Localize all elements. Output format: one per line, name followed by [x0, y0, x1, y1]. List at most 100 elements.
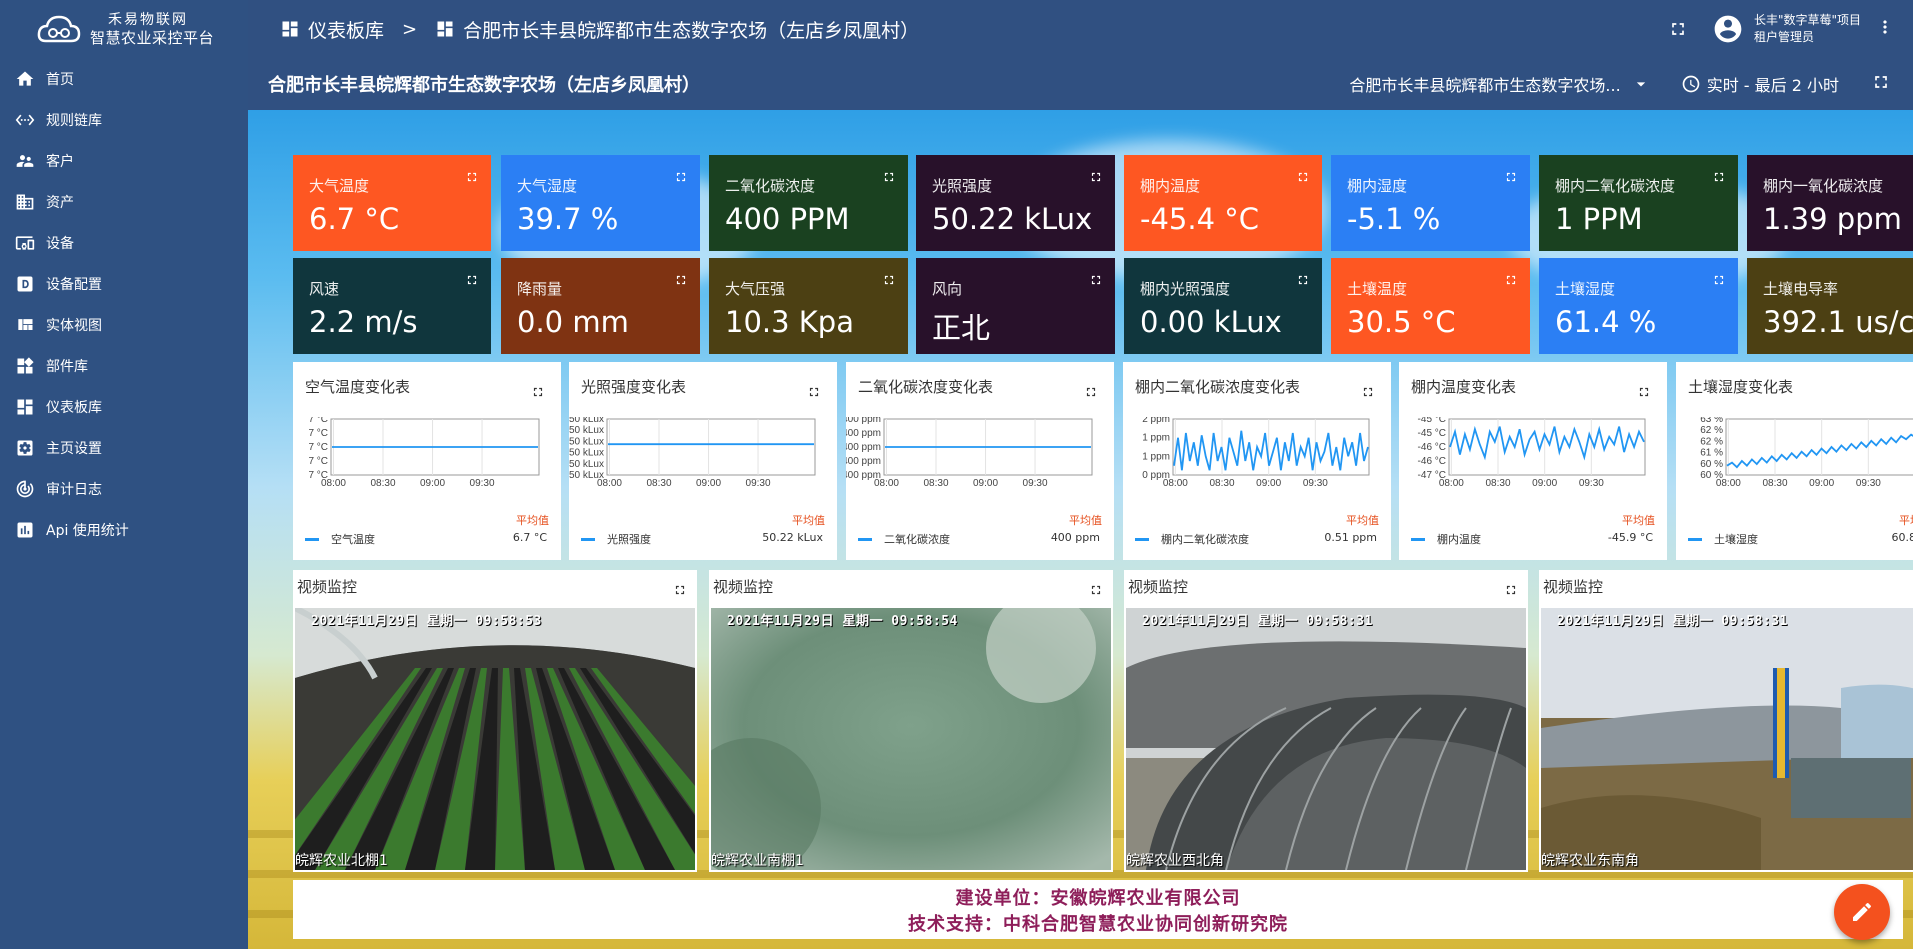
- line-chart: 08:0008:3009:0009:30400 ppm400 ppm400 pp…: [846, 417, 1093, 489]
- sidebar-item-2[interactable]: 客户: [0, 140, 248, 181]
- y-tick-label: 7 °C: [308, 428, 328, 439]
- devices-other-icon: [14, 232, 36, 254]
- video-card: 视频监控 2021年11月29日 星期一 09:58:53 皖辉农业北棚1: [293, 570, 697, 872]
- view-quilt-icon: [14, 314, 36, 336]
- fullscreen-button[interactable]: [1668, 19, 1688, 39]
- settings-applications-icon: [14, 437, 36, 459]
- camera-name: 皖辉农业南棚1: [711, 853, 804, 869]
- sidebar-nav: 首页规则链库客户 资产设备设备配置 实体视图 部件库仪表板库主页设置 审计日志 Api 使…: [0, 58, 248, 550]
- sidebar-item-5[interactable]: 设备配置: [0, 263, 248, 304]
- value-card: 棚内温度 -45.4 °C: [1124, 155, 1322, 251]
- video-feed[interactable]: 2021年11月29日 星期一 09:58:31 皖辉农业东南角: [1541, 608, 1913, 870]
- card-value: 30.5 °C: [1347, 305, 1456, 339]
- series-line: [1173, 430, 1369, 471]
- line-chart: 08:00 08:30 09:00 09:3050 kLux50 kLux50 kLu…: [569, 417, 816, 489]
- breadcrumb-dashboards[interactable]: 仪表板库: [280, 16, 384, 43]
- settings-ethernet-icon: [14, 109, 36, 131]
- sidebar-item-3[interactable]: 资产: [0, 181, 248, 222]
- card-expand-button[interactable]: [1296, 169, 1310, 183]
- card-value: 39.7 %: [517, 202, 619, 236]
- chart-expand-button[interactable]: [1361, 384, 1375, 403]
- chart-title: 土壤湿度变化表: [1688, 378, 1794, 396]
- chart-expand-button[interactable]: [531, 384, 545, 403]
- video-timestamp: 2021年11月29日 星期一 09:58:31: [1142, 614, 1373, 629]
- expand-icon: [884, 275, 894, 285]
- logo[interactable]: 禾易物联网 智慧农业采控平台: [0, 0, 248, 58]
- card-expand-button[interactable]: [1089, 169, 1103, 183]
- card-expand-button[interactable]: [674, 272, 688, 286]
- sidebar-item-0[interactable]: 首页: [0, 58, 248, 99]
- legend-avg-value: 0.51 ppm: [1324, 531, 1377, 544]
- legend-series-name: 二氧化碳浓度: [884, 533, 950, 546]
- track-changes-icon: [14, 478, 36, 500]
- sidebar-item-9[interactable]: 主页设置: [0, 427, 248, 468]
- sidebar-item-4[interactable]: 设备: [0, 222, 248, 263]
- value-card: 二氧化碳浓度 400 PPM: [709, 155, 908, 251]
- card-expand-button[interactable]: [1504, 272, 1518, 286]
- card-expand-button[interactable]: [1712, 169, 1726, 183]
- state-select[interactable]: 合肥市长丰县皖辉都市生态数字农场...: [1349, 72, 1650, 96]
- video-feed[interactable]: 2021年11月29日 星期一 09:58:53 皖辉农业北棚1: [295, 608, 695, 870]
- expand-icon: [1506, 275, 1516, 285]
- dashboard-fullscreen-button[interactable]: [1871, 72, 1891, 96]
- x-tick-label: 09:30: [1579, 478, 1604, 489]
- value-card: 大气温度 6.7 °C: [293, 155, 491, 251]
- video-expand-button[interactable]: [1504, 582, 1518, 601]
- card-expand-button[interactable]: [674, 169, 688, 183]
- insert-chart-icon: [14, 519, 36, 541]
- card-expand-button[interactable]: [1712, 272, 1726, 286]
- card-expand-button[interactable]: [1089, 272, 1103, 286]
- card-label: 土壤电导率: [1763, 280, 1839, 298]
- sidebar-item-1[interactable]: 规则链库: [0, 99, 248, 140]
- user-role: 租户管理员: [1753, 30, 1814, 44]
- video-expand-button[interactable]: [1089, 582, 1103, 601]
- y-tick-label: 50 kLux: [569, 448, 604, 459]
- card-expand-button[interactable]: [1504, 169, 1518, 183]
- more-menu-button[interactable]: [1875, 17, 1895, 41]
- card-expand-button[interactable]: [465, 169, 479, 183]
- chart-title: 光照强度变化表: [581, 378, 687, 396]
- card-expand-button[interactable]: [1296, 272, 1310, 286]
- legend-swatch: [1411, 538, 1425, 541]
- video-feed[interactable]: 2021年11月29日 星期一 09:58:54 皖辉农业南棚1: [711, 608, 1111, 870]
- video-timestamp: 2021年11月29日 星期一 09:58:31: [1557, 614, 1788, 629]
- y-tick-label: 7 °C: [308, 470, 328, 481]
- sidebar-item-label: 规则链库: [46, 112, 102, 129]
- value-card: 风向 正北: [916, 258, 1115, 354]
- chart-expand-button[interactable]: [1637, 384, 1651, 403]
- line-chart: 08:00 08:30 09:00 09:307 °C7 °C7 °C7 °C7 °C: [308, 417, 540, 489]
- video-expand-button[interactable]: [673, 582, 687, 601]
- sidebar-item-10[interactable]: 审计日志: [0, 468, 248, 509]
- value-card: 降雨量 0.0 mm: [501, 258, 700, 354]
- sidebar-item-7[interactable]: 部件库: [0, 345, 248, 386]
- y-tick-label: 7 °C: [308, 417, 328, 425]
- y-tick-label: 400 ppm: [846, 470, 881, 481]
- sidebar-item-6[interactable]: 实体视图: [0, 304, 248, 345]
- device-profile-icon: [14, 273, 36, 295]
- card-expand-button[interactable]: [882, 169, 896, 183]
- video-feed[interactable]: 2021年11月29日 星期一 09:58:31 皖辉农业西北角: [1126, 608, 1526, 870]
- sidebar-item-11[interactable]: Api 使用统计: [0, 509, 248, 550]
- breadcrumb-separator: >: [402, 18, 418, 40]
- chart-expand-button[interactable]: [807, 384, 821, 403]
- card-expand-button[interactable]: [882, 272, 896, 286]
- sidebar-item-label: 设备: [46, 235, 74, 252]
- line-chart: 08:00 08:30 09:00 09:3063 %62 %62 %61 %60 %…: [1700, 417, 1913, 489]
- user-menu[interactable]: 长丰"数字草莓"项目 租户管理员: [1712, 12, 1861, 46]
- edit-dashboard-button[interactable]: [1834, 884, 1890, 940]
- sidebar-item-label: 仪表板库: [46, 399, 102, 416]
- expand-icon: [675, 585, 685, 595]
- x-tick-label: 09:00: [420, 478, 445, 489]
- card-expand-button[interactable]: [465, 272, 479, 286]
- x-tick-label: 08:30: [1485, 478, 1510, 489]
- legend-series-name: 空气温度: [331, 533, 375, 546]
- y-tick-label: 60 %: [1700, 470, 1723, 481]
- avg-label: 平均值: [516, 514, 549, 527]
- timewindow-button[interactable]: 实时 - 最后 2 小时: [1681, 72, 1839, 96]
- chart-title: 棚内温度变化表: [1411, 378, 1517, 396]
- chart-expand-button[interactable]: [1084, 384, 1098, 403]
- card-label: 大气压强: [725, 280, 786, 298]
- card-label: 土壤温度: [1347, 280, 1408, 298]
- sidebar-item-8[interactable]: 仪表板库: [0, 386, 248, 427]
- y-tick-label: 7 °C: [308, 456, 328, 467]
